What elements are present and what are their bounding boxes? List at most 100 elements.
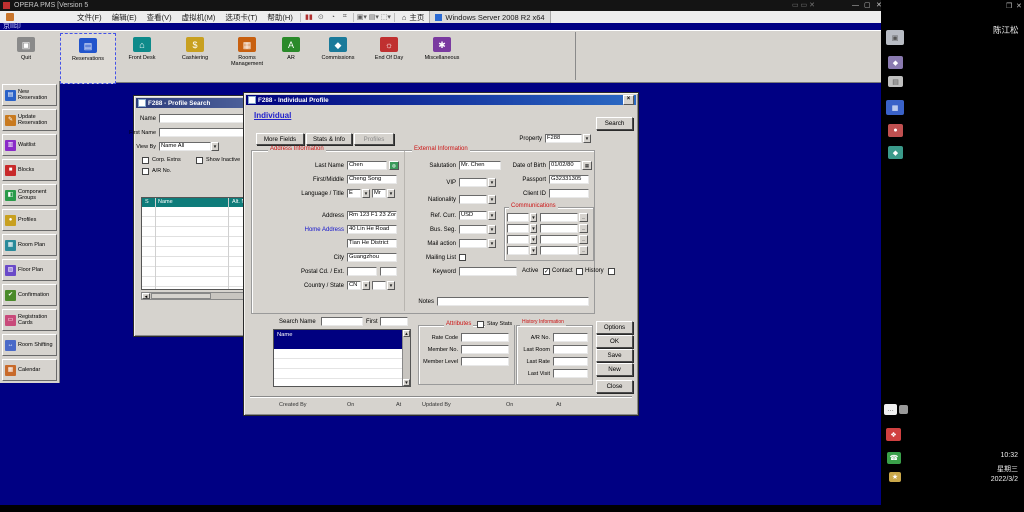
vm-window-titlebar[interactable]: OPERA PMS [Version 5 ▭ ▭ ✕ — ▢ ✕ [0,0,1024,11]
mailing-list-checkbox[interactable] [459,254,466,261]
name-input[interactable] [159,114,255,123]
menu-view[interactable]: 查看(V) [142,12,177,23]
vip-field[interactable] [459,178,487,187]
member-level-field[interactable] [461,357,509,366]
scroll-left-icon[interactable]: ◄ [142,293,150,299]
sidebar-item-registration-cards[interactable]: ▭ Registration Cards [2,309,57,331]
display-icon[interactable]: ▦ [886,100,904,115]
toolbar-quit-button[interactable]: ▣ Quit [6,33,46,82]
state-field[interactable] [372,281,386,290]
search-name-input[interactable] [321,317,363,326]
toolbar-front-desk-button[interactable]: ⌂ Front Desk [118,33,166,82]
sidebar-item-waitlist[interactable]: ▥ Waitlist [2,134,57,156]
close-button[interactable]: Close [596,380,633,393]
menu-tabs[interactable]: 选项卡(T) [220,12,262,23]
stats-info-button[interactable]: Stats & Info [306,133,352,145]
list-item[interactable] [274,369,403,379]
postal-ext-field[interactable] [380,267,397,276]
ellipsis-icon[interactable]: ... [579,224,588,233]
stay-stats-label[interactable]: Stay Stats [485,321,515,328]
keyword-field[interactable] [459,267,517,276]
chevron-down-icon[interactable]: ▼ [362,281,370,290]
name-list[interactable]: Name ▲ ▼ [273,329,411,387]
settings-icon[interactable]: ⌗ [339,13,351,21]
bus-seg-field[interactable] [459,225,487,234]
communication-value-field[interactable] [540,235,578,244]
language-field[interactable]: E [347,189,361,198]
sidebar-item-room-plan[interactable]: ▦ Room Plan [2,234,57,256]
chevron-down-icon[interactable]: ▼ [530,246,537,255]
nationality-field[interactable] [459,195,487,204]
sidebar-item-room-shifting[interactable]: ↔ Room Shifting [2,334,57,356]
sidebar-item-component-groups[interactable]: ◧ Component Groups [2,184,57,206]
chevron-down-icon[interactable]: ▼ [211,142,219,151]
passport-field[interactable]: G32331305 [549,175,589,184]
tools-icon[interactable]: ◆ [888,146,903,159]
options-button[interactable]: Options [596,321,633,334]
communication-value-field[interactable] [540,213,578,222]
notes-icon[interactable]: ▤ [888,76,903,87]
red-app-icon[interactable]: ❖ [886,428,901,441]
property-field[interactable]: F288 [545,134,582,143]
chevron-down-icon[interactable]: ▼ [387,189,395,198]
ar-no-checkbox[interactable] [142,168,149,175]
tab-vm-windows-server[interactable]: Windows Server 2008 R2 x64 [429,11,551,23]
district-field[interactable]: Tian He District [347,239,397,248]
power-icon[interactable]: ⊙ [315,13,327,21]
sidebar-item-new-reservation[interactable]: ▤ New Reservation [2,84,57,106]
menu-file[interactable]: 文件(F) [72,12,107,23]
maximize-icon[interactable]: ▢ [864,0,871,11]
contact-checkbox[interactable] [576,268,583,275]
toolbar-reservations-button[interactable]: ▤ Reservations [60,33,116,84]
search-button[interactable]: Search [596,117,633,130]
first-name-input[interactable] [159,128,255,137]
sidebar-item-floor-plan[interactable]: ▨ Floor Plan [2,259,57,281]
ref-curr-field[interactable]: USD [459,211,487,220]
small-app-icon[interactable] [899,405,908,414]
vertical-scrollbar[interactable]: ▲ ▼ [402,330,410,386]
stay-stats-checkbox[interactable] [477,321,484,328]
chevron-down-icon[interactable]: ▼ [530,235,537,244]
history-checkbox[interactable] [608,268,615,275]
toolbar-end-of-day-button[interactable]: ☼ End Of Day [366,33,412,82]
save-button[interactable]: Save [596,349,633,362]
toolbar-ar-button[interactable]: A AR [274,33,308,82]
address-field[interactable]: Rm 123 F1 23 Zona A [347,211,397,220]
console-view-icon[interactable]: ▣▾ [356,13,368,21]
list-item[interactable] [274,349,403,359]
toolbar-commissions-button[interactable]: ◆ Commissions [312,33,364,82]
notes-field[interactable] [437,297,589,306]
media-icon[interactable]: ● [888,124,903,137]
show-inactive-checkbox[interactable] [196,157,203,164]
more-fields-button[interactable]: More Fields [256,133,304,145]
globe-icon[interactable]: ◍ [389,161,399,170]
chevron-down-icon[interactable]: ▼ [530,224,537,233]
close-icon[interactable]: × [623,95,634,105]
communication-type-field[interactable] [507,213,529,222]
member-no-field[interactable] [461,345,509,354]
first-input[interactable] [380,317,408,326]
salutation-field[interactable]: Mr. Chen [459,161,501,170]
ellipsis-icon[interactable]: ... [579,235,588,244]
chevron-down-icon[interactable]: ▼ [488,195,496,204]
sidebar-item-calendar[interactable]: ▦ Calendar [2,359,57,381]
title-field[interactable]: Mr [372,189,386,198]
communication-type-field[interactable] [507,246,529,255]
sidebar-item-update-reservation[interactable]: ✎ Update Reservation [2,109,57,131]
list-selected-row[interactable] [274,340,403,349]
country-field[interactable]: CN [347,281,361,290]
list-item[interactable] [274,379,403,386]
list-item[interactable] [274,359,403,369]
unity-view-icon[interactable]: ▤▾ [368,13,380,21]
chevron-down-icon[interactable]: ▼ [488,239,496,248]
scroll-down-icon[interactable]: ▼ [403,379,410,386]
communication-type-field[interactable] [507,235,529,244]
scrollbar-thumb[interactable] [151,293,211,299]
chat-bubble-icon[interactable]: … [884,404,897,415]
ar-no-field[interactable] [553,333,588,342]
sidebar-item-confirmation[interactable]: ✔ Confirmation [2,284,57,306]
sidebar-item-profiles[interactable]: ● Profiles [2,209,57,231]
communication-type-field[interactable] [507,224,529,233]
view-by-select[interactable]: Name All [159,142,211,151]
toolbar-miscellaneous-button[interactable]: ✱ Miscellaneous [414,33,470,82]
